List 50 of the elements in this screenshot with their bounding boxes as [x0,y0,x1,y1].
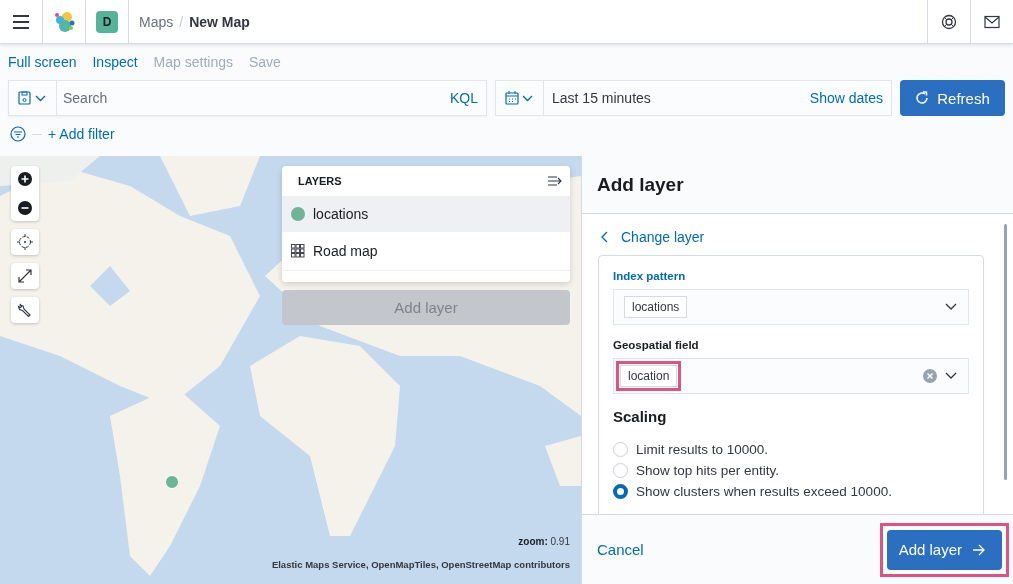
time-picker[interactable]: Last 15 minutes Show dates [495,80,892,116]
combo-box[interactable]: location [613,358,969,394]
add-layer-button[interactable]: Add layer [886,529,1002,570]
mail-icon[interactable] [984,14,1000,29]
back-link[interactable]: Change layer [598,229,984,245]
breadcrumb[interactable]: Maps [139,13,174,30]
section-title: Scaling [613,408,668,425]
radio-option[interactable]: Limit results to 10000. [613,439,969,460]
menu-icon[interactable] [12,14,30,29]
selected-value-chip: locations [624,296,688,318]
chevron-left-icon [601,231,609,243]
zoom-level: zoom: 0.91 [518,536,570,547]
map-attribution: Elastic Maps Service, OpenMapTiles, OpenStreetMap contributors [271,559,570,570]
filter-icon[interactable] [10,126,26,142]
collapse-icon[interactable] [548,175,562,187]
logo-icon[interactable] [53,10,75,33]
crosshair-icon[interactable] [17,234,33,250]
field-label: Geospatial field [613,339,700,351]
clear-icon[interactable] [922,368,938,384]
layer-item[interactable]: locations [282,196,570,233]
grid-icon [291,244,305,258]
refresh-icon [915,91,930,105]
field-label: Index pattern [613,270,687,282]
radio-option[interactable]: Show top hits per entity. [613,460,969,481]
arrow-right-icon [972,543,986,556]
breadcrumb-separator: / [179,13,184,30]
expand-icon[interactable] [17,268,33,284]
help-icon[interactable] [941,13,957,30]
show-dates-link[interactable]: Show dates [809,90,891,106]
save-icon[interactable] [17,91,48,105]
space-avatar[interactable]: D [96,10,118,33]
nav-link[interactable]: Inspect [92,54,138,70]
panel-title: LAYERS [298,175,342,187]
cancel-link[interactable]: Cancel [597,541,644,558]
search-field[interactable]: Search KQL [8,80,487,116]
calendar-icon[interactable] [504,91,535,105]
combo-box[interactable]: locations [613,289,969,325]
language-toggle[interactable]: KQL [450,90,486,106]
nav-link[interactable]: Full screen [8,54,77,70]
flyout-title: Add layer [582,156,1013,214]
zoom-out-icon[interactable] [17,200,33,216]
refresh-button[interactable]: Refresh [900,80,1005,116]
add-filter-link[interactable]: + Add filter [48,126,115,142]
breadcrumb[interactable]: New Map [189,13,250,30]
layer-item[interactable]: Road map [282,233,570,270]
time-range: Last 15 minutes [551,90,652,106]
wrench-icon[interactable] [17,302,33,318]
radio-button[interactable] [613,484,628,499]
zoom-in-icon[interactable] [17,171,33,187]
radio-option[interactable]: Show clusters when results exceed 10000. [613,481,969,502]
